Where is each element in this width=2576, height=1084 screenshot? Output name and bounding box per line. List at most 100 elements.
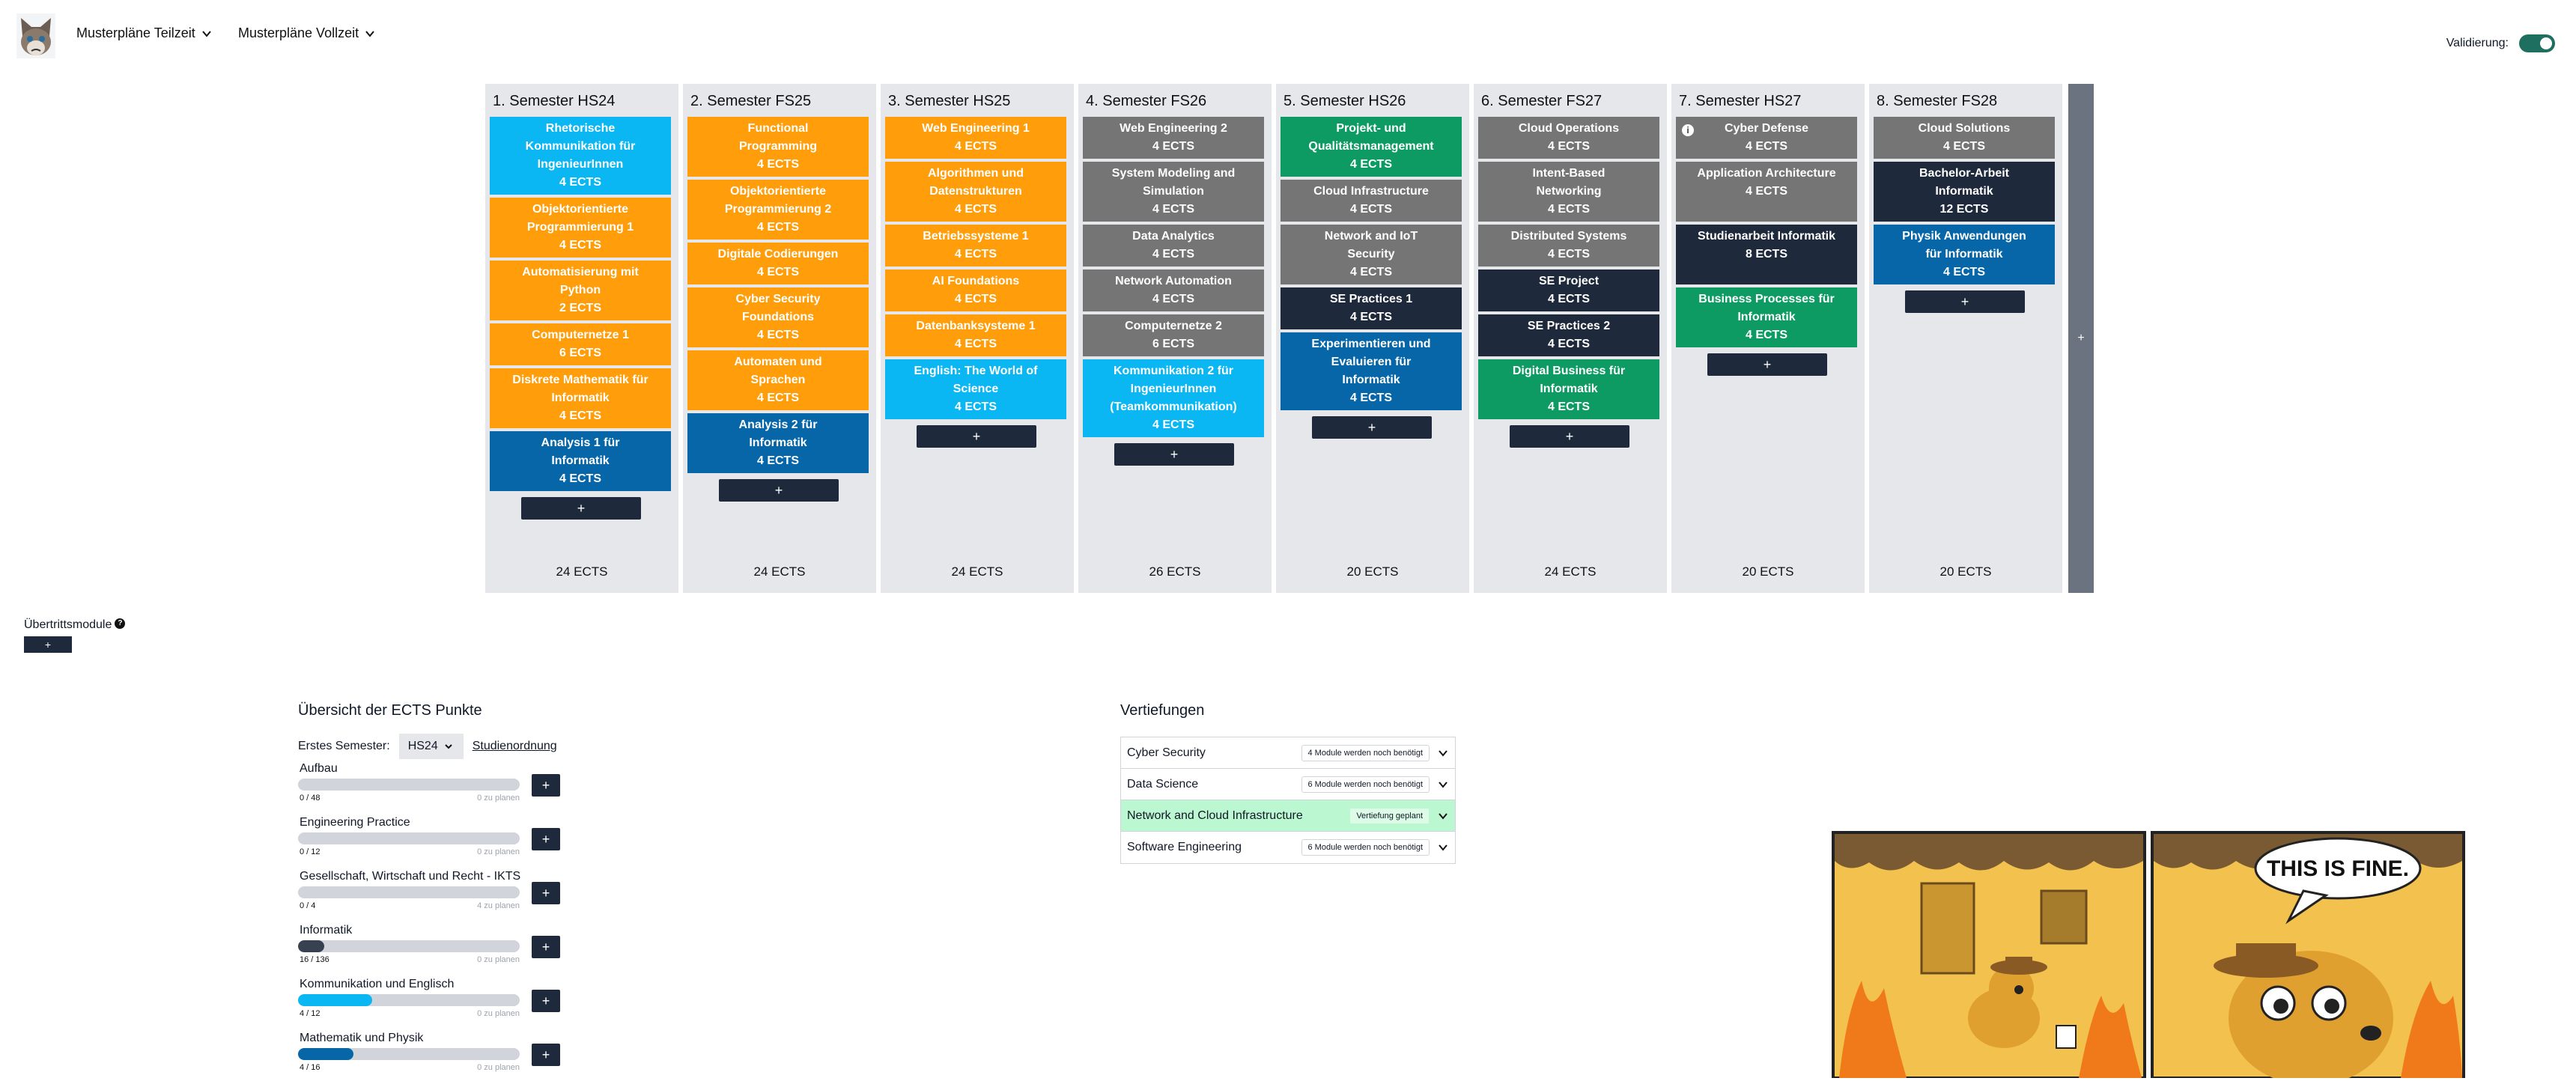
add-category-module-button[interactable]: + [532, 828, 560, 850]
module-card[interactable]: Analysis 1 für Informatik 4 ECTS [490, 431, 671, 491]
add-module-button[interactable]: + [1312, 416, 1432, 439]
module-name: Distributed Systems [1510, 230, 1627, 243]
add-category-module-button[interactable]: + [532, 1044, 560, 1066]
add-module-button[interactable]: + [1905, 290, 2025, 313]
vertiefung-row[interactable]: Network and Cloud Infrastructure Vertiefu… [1121, 800, 1455, 832]
module-card[interactable]: Objektorientierte Programmierung 2 4 ECTS [687, 180, 869, 240]
menu-musterplaene-teilzeit[interactable]: Musterpläne Teilzeit [76, 25, 212, 41]
module-card[interactable]: Distributed Systems 4 ECTS [1478, 225, 1659, 267]
vertiefung-name: Network and Cloud Infrastructure [1127, 809, 1303, 822]
category-progress-bar [298, 1048, 520, 1060]
category-progress-bar [298, 832, 520, 844]
module-card[interactable]: Business Processes für Informatik 4 ECTS [1676, 287, 1857, 347]
module-ects: 4 ECTS [559, 176, 601, 189]
category-count: 0 / 12 [300, 847, 321, 856]
chevron-down-icon[interactable] [1437, 810, 1449, 822]
module-card[interactable]: Computernetze 2 6 ECTS [1083, 314, 1264, 356]
category-count: 0 / 4 [300, 901, 316, 910]
module-card[interactable]: Betriebssysteme 1 4 ECTS [885, 225, 1066, 267]
module-card[interactable]: Studienarbeit Informatik 8 ECTS [1676, 225, 1857, 284]
add-module-button[interactable]: + [521, 497, 641, 520]
module-name: Automatisierung mit Python [522, 266, 639, 296]
semester-ects-total: 24 ECTS [753, 564, 806, 579]
module-card[interactable]: Web Engineering 2 4 ECTS [1083, 117, 1264, 159]
module-card[interactable]: Kommunikation 2 für IngenieurInnen (Team… [1083, 359, 1264, 437]
module-card[interactable]: Objektorientierte Programmierung 1 4 ECTS [490, 198, 671, 258]
add-category-module-button[interactable]: + [532, 882, 560, 904]
module-card[interactable]: Network Automation 4 ECTS [1083, 270, 1264, 311]
module-card[interactable]: Data Analytics 4 ECTS [1083, 225, 1264, 267]
add-semester-button[interactable]: + [2068, 84, 2094, 593]
module-ects: 4 ECTS [1745, 140, 1787, 153]
module-card[interactable]: Digital Business für Informatik 4 ECTS [1478, 359, 1659, 419]
info-icon[interactable]: i [1682, 124, 1694, 136]
module-card[interactable]: Bachelor-Arbeit Informatik 12 ECTS [1874, 162, 2055, 222]
module-card[interactable]: SE Practices 2 4 ECTS [1478, 314, 1659, 356]
module-card[interactable]: Cloud Infrastructure 4 ECTS [1281, 180, 1462, 222]
chevron-down-icon[interactable] [1437, 747, 1449, 759]
add-module-button[interactable]: + [1707, 353, 1827, 376]
module-card[interactable]: Cloud Operations 4 ECTS [1478, 117, 1659, 159]
module-card[interactable]: Automaten und Sprachen 4 ECTS [687, 350, 869, 410]
module-card[interactable]: Functional Programming 4 ECTS [687, 117, 869, 177]
add-category-module-button[interactable]: + [532, 774, 560, 797]
module-card[interactable]: i Cyber Defense 4 ECTS [1676, 117, 1857, 159]
module-card[interactable]: AI Foundations 4 ECTS [885, 270, 1066, 311]
module-card[interactable]: Experimentieren und Evaluieren für Infor… [1281, 332, 1462, 410]
module-card[interactable]: Web Engineering 1 4 ECTS [885, 117, 1066, 159]
module-ects: 4 ECTS [756, 266, 799, 278]
module-name: Physik Anwendungen für Informatik [1902, 230, 2026, 261]
add-module-button[interactable]: + [917, 425, 1036, 448]
module-card[interactable]: Intent-Based Networking 4 ECTS [1478, 162, 1659, 222]
vertiefung-row[interactable]: Data Science 6 Module werden noch benötig… [1121, 769, 1455, 800]
add-module-button[interactable]: + [1114, 443, 1234, 466]
module-card[interactable]: Cyber Security Foundations 4 ECTS [687, 287, 869, 347]
module-name: Diskrete Mathematik für Informatik [512, 374, 648, 404]
module-card[interactable]: Diskrete Mathematik für Informatik 4 ECTS [490, 368, 671, 428]
category-to-plan: 0 zu planen [477, 847, 520, 856]
chevron-down-icon[interactable] [1437, 779, 1449, 791]
module-card[interactable]: Computernetze 1 6 ECTS [490, 323, 671, 365]
module-card[interactable]: Rhetorische Kommunikation für IngenieurI… [490, 117, 671, 195]
add-module-button[interactable]: + [719, 479, 839, 502]
add-module-button[interactable]: + [1510, 425, 1629, 448]
module-name: Data Analytics [1132, 230, 1215, 243]
first-semester-select[interactable]: HS24 [398, 734, 464, 759]
module-ects: 4 ECTS [756, 329, 799, 341]
help-icon[interactable]: ? [115, 618, 126, 629]
module-card[interactable]: Cloud Solutions 4 ECTS [1874, 117, 2055, 159]
menu-musterplaene-vollzeit[interactable]: Musterpläne Vollzeit [238, 25, 375, 41]
add-category-module-button[interactable]: + [532, 936, 560, 958]
module-card[interactable]: Digitale Codierungen 4 ECTS [687, 243, 869, 284]
module-card[interactable]: System Modeling and Simulation 4 ECTS [1083, 162, 1264, 222]
validation-toggle[interactable] [2519, 34, 2555, 52]
module-card[interactable]: Algorithmen und Datenstrukturen 4 ECTS [885, 162, 1066, 222]
category-progress-bar [298, 994, 520, 1006]
chevron-down-icon[interactable] [1437, 841, 1449, 853]
add-category-module-button[interactable]: + [532, 990, 560, 1012]
module-card[interactable]: Physik Anwendungen für Informatik 4 ECTS [1874, 225, 2055, 284]
module-name: Computernetze 1 [532, 329, 629, 341]
module-name: Objektorientierte Programmierung 1 [526, 203, 634, 234]
module-card[interactable]: Application Architecture 4 ECTS [1676, 162, 1857, 222]
vertiefung-row[interactable]: Cyber Security 4 Module werden noch benöt… [1121, 737, 1455, 769]
vertiefung-row[interactable]: Software Engineering 6 Module werden noch… [1121, 832, 1455, 863]
module-name: Datenbanksysteme 1 [916, 320, 1036, 332]
module-card[interactable]: Network and IoT Security 4 ECTS [1281, 225, 1462, 284]
cat-avatar-icon[interactable] [16, 13, 55, 58]
add-uebertrittsmodul-button[interactable]: + [24, 636, 72, 653]
module-ects: 4 ECTS [1942, 140, 1985, 153]
module-card[interactable]: Datenbanksysteme 1 4 ECTS [885, 314, 1066, 356]
module-card[interactable]: SE Project 4 ECTS [1478, 270, 1659, 311]
module-card[interactable]: SE Practices 1 4 ECTS [1281, 287, 1462, 329]
module-card[interactable]: English: The World of Science 4 ECTS [885, 359, 1066, 419]
studienordnung-link[interactable]: Studienordnung [473, 740, 557, 753]
module-name: Experimentieren und Evaluieren für Infor… [1311, 338, 1431, 386]
module-card[interactable]: Automatisierung mit Python 2 ECTS [490, 261, 671, 320]
toggle-knob [2540, 37, 2552, 49]
category-count: 0 / 48 [300, 794, 321, 803]
category-to-plan: 4 zu planen [477, 901, 520, 910]
module-name: Cloud Infrastructure [1313, 185, 1429, 198]
module-card[interactable]: Analysis 2 für Informatik 4 ECTS [687, 413, 869, 473]
module-card[interactable]: Projekt- und Qualitätsmanagement 4 ECTS [1281, 117, 1462, 177]
